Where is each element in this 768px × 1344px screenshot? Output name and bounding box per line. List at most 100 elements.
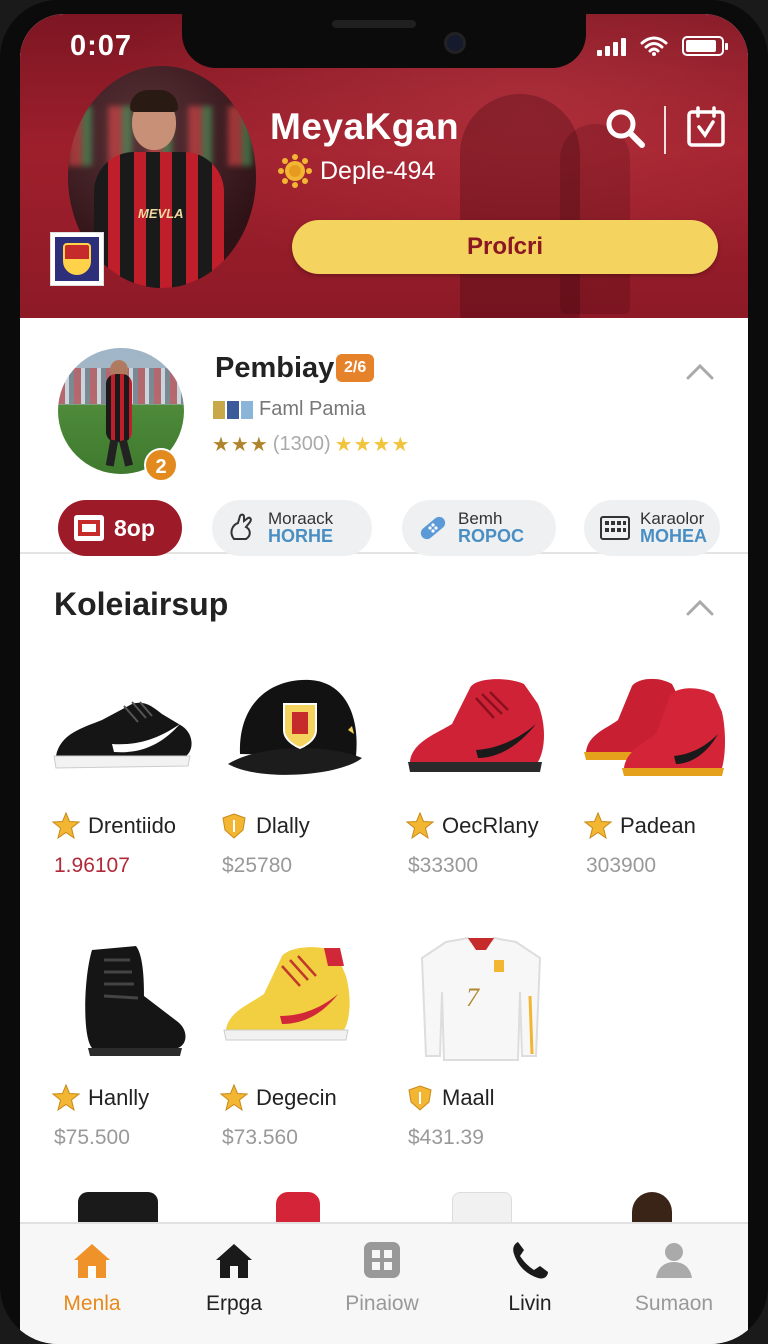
product-name: Degecin	[256, 1085, 337, 1110]
tab-menla[interactable]: Menla	[32, 1238, 152, 1316]
chip-bottom-label: ROPOC	[458, 526, 525, 547]
number-badge: 2	[144, 448, 178, 482]
chip-top-label: Bemh	[458, 508, 503, 528]
search-icon[interactable]	[603, 106, 647, 150]
hero-divider	[664, 106, 666, 154]
tab-label: Erpga	[205, 1292, 263, 1315]
hero-subtitle-row: Deple-494	[278, 154, 435, 188]
notch	[182, 14, 586, 68]
sneakers-red-pair-icon	[584, 664, 734, 794]
bottom-tab-bar: Menla Erpga Pinaiow Livin Sumaon	[20, 1222, 748, 1344]
hero-title: MeyaKgan	[270, 106, 460, 147]
club-crest-icon	[50, 232, 104, 286]
star-badge-icon	[52, 1084, 80, 1112]
chip-bottom-label: HORHE	[268, 526, 334, 547]
hero-banner: 0:07 MEVLA MeyaKgan Deple-494 Proſcri	[20, 14, 748, 318]
jersey-card-icon	[74, 515, 104, 541]
chip-top-label: Karaolor	[640, 508, 705, 528]
tab-sumaon[interactable]: Sumaon	[614, 1238, 734, 1316]
camera	[444, 32, 466, 54]
chip-top-label: Moraack	[268, 508, 334, 528]
glove-icon	[230, 513, 252, 540]
chip-active[interactable]: 8op	[58, 500, 182, 556]
section-title: Koleiairsup	[54, 586, 229, 622]
product-peek	[78, 1192, 158, 1224]
clipboard-check-icon[interactable]	[686, 106, 726, 148]
star-badge-icon	[406, 812, 434, 840]
profile-name: Pembiay	[215, 352, 335, 384]
chip-label: 8op	[114, 514, 155, 541]
product-price: 1.96107	[54, 854, 130, 877]
product-name: Dlally	[256, 813, 310, 838]
profile-subtitle-row: Faml Pamia	[213, 398, 366, 421]
product-name: OecRlany	[442, 813, 539, 838]
chip-bemh[interactable]: Bemh ROPOC	[402, 500, 556, 556]
boot-black-icon	[52, 936, 202, 1066]
star-badge-icon	[52, 812, 80, 840]
star-badge-icon	[584, 812, 612, 840]
chevron-up-icon[interactable]	[684, 360, 716, 384]
tab-label: Menla	[63, 1292, 121, 1315]
product-name: Padean	[620, 813, 696, 838]
tab-label: Livin	[508, 1292, 552, 1315]
hero-subtitle: Deple-494	[320, 156, 436, 185]
product-price: $73.560	[222, 1126, 298, 1149]
chip-moraack[interactable]: Moraack HORHE	[212, 500, 372, 556]
app-screen: 0:07 MEVLA MeyaKgan Deple-494 Proſcri 2 …	[20, 14, 748, 1344]
shield-badge-icon	[408, 1085, 432, 1111]
product-card[interactable]: Dlally $25780	[220, 664, 390, 878]
product-card[interactable]: OecRlany $33300	[406, 664, 576, 878]
sneaker-black-icon	[52, 664, 202, 794]
scoreboard-icon	[600, 516, 630, 540]
chip-bottom-label: MOHEA	[640, 526, 707, 547]
tab-livin[interactable]: Livin	[470, 1238, 590, 1316]
category-chips: 8op Moraack HORHE Bemh ROPOC Karaolor MO…	[58, 500, 720, 556]
product-price: $431.39	[408, 1126, 484, 1149]
phone-icon	[513, 1242, 548, 1279]
status-bar: 0:07	[20, 14, 748, 74]
rating-stars-gold: ★★★★	[334, 434, 411, 456]
status-icons	[597, 36, 728, 56]
product-price: 303900	[586, 854, 657, 877]
phone-frame: 0:07 MEVLA MeyaKgan Deple-494 Proſcri 2 …	[0, 0, 768, 1344]
product-peek	[452, 1192, 512, 1224]
tab-label: Pinaiow	[345, 1292, 419, 1315]
speaker	[332, 20, 416, 28]
profile-tag-badge: 2/6	[336, 354, 375, 382]
jersey-icon: 7	[406, 936, 556, 1066]
chevron-up-icon[interactable]	[684, 596, 716, 620]
product-card[interactable]: 7 Maall $431.39	[406, 936, 576, 1150]
product-card[interactable]: Degecin $73.560	[220, 936, 390, 1150]
product-card[interactable]: Hanlly $75.500	[52, 936, 222, 1150]
hero-cta-button[interactable]: Proſcri	[292, 220, 718, 274]
rating-count: (1300)	[272, 433, 331, 455]
product-price: $25780	[222, 854, 293, 877]
rating-row: ★★★ (1300) ★★★★	[212, 432, 410, 457]
tab-erpga[interactable]: Erpga	[174, 1238, 294, 1316]
tab-pinaiow[interactable]: Pinaiow	[322, 1238, 442, 1316]
tab-label: Sumaon	[634, 1292, 714, 1315]
product-name: Hanlly	[88, 1085, 150, 1110]
sun-badge-icon	[278, 154, 312, 188]
star-badge-icon	[220, 1084, 248, 1112]
product-peek	[632, 1192, 672, 1224]
product-card[interactable]: Padean 303900	[584, 664, 748, 878]
store-icon	[216, 1244, 252, 1278]
battery-icon	[682, 36, 728, 56]
svg-text:7: 7	[466, 983, 480, 1012]
hero-background-figure	[560, 124, 630, 314]
flag-icon	[213, 400, 253, 419]
status-time: 0:07	[70, 30, 133, 62]
chip-karaolor[interactable]: Karaolor MOHEA	[584, 500, 720, 556]
rating-stars: ★★★	[212, 434, 269, 456]
product-price: $33300	[408, 854, 479, 877]
jersey-text: MEVLA	[138, 206, 184, 221]
bandage-icon	[420, 516, 446, 540]
profile-subtitle: Faml Pamia	[259, 398, 366, 420]
product-name: Drentiido	[88, 813, 177, 838]
product-card[interactable]: Drentiido 1.96107	[52, 664, 222, 878]
wifi-icon	[640, 36, 668, 56]
product-price: $75.500	[54, 1126, 130, 1149]
shield-badge-icon	[222, 813, 246, 839]
cap-icon	[220, 664, 370, 794]
